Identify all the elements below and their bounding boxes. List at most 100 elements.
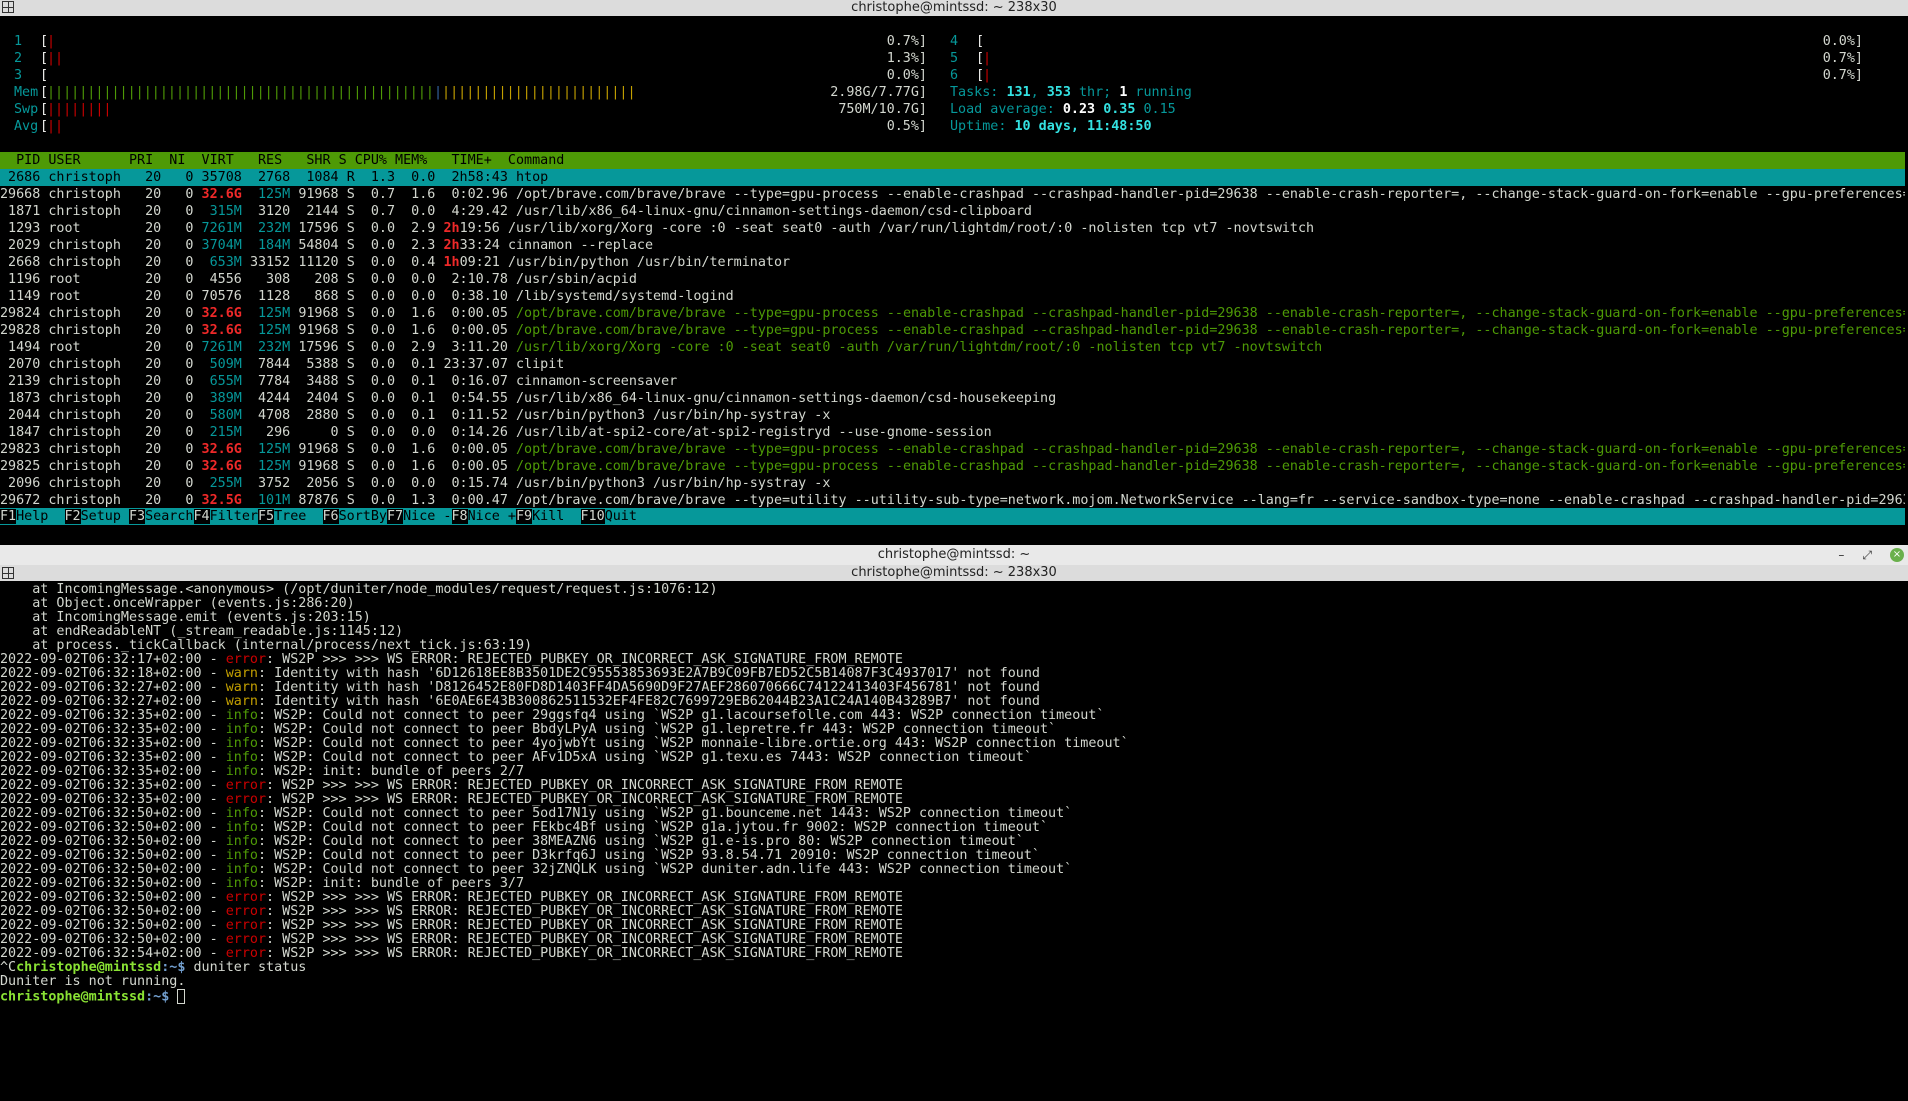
bottom-terminal-titlebar: christophe@mintssd: ~ 238x30 xyxy=(0,565,1908,581)
process-row[interactable]: 2029 christoph 20 0 3704M 184M 54804 S 0… xyxy=(0,237,1905,254)
time-rest: 19:56 xyxy=(459,221,500,236)
process-row[interactable]: 2686 christoph 20 0 35708 2768 1084 R 1.… xyxy=(0,169,1905,186)
process-row[interactable]: 29672 christoph 20 0 32.5G 101M 87876 S … xyxy=(0,492,1905,509)
fkey-label[interactable]: Tree xyxy=(274,509,322,524)
virt: 32.6G xyxy=(194,306,242,321)
log-level: error xyxy=(225,792,267,807)
log-timestamp: 2022-09-02T06:32:35+02:00 - xyxy=(0,764,226,779)
fkey-f5[interactable]: F5 xyxy=(258,509,275,524)
fkey-f4[interactable]: F4 xyxy=(193,509,210,524)
window-titlebar[interactable]: christophe@mintssd: ~ – ⤢ × xyxy=(0,545,1908,565)
process-row[interactable]: 29823 christoph 20 0 32.6G 125M 91968 S … xyxy=(0,441,1905,458)
mem-cache: |||||||||||||||||||||||| xyxy=(442,85,636,100)
text-cursor[interactable] xyxy=(177,989,186,1004)
time: 0:00.05 xyxy=(443,323,508,338)
user: christoph xyxy=(48,476,121,491)
sep xyxy=(242,323,250,338)
virt-value: 32.6G xyxy=(193,442,242,457)
terminal-split-icon[interactable] xyxy=(2,1,14,13)
fkey-label[interactable]: SortBy xyxy=(339,509,387,524)
process-row[interactable]: 1494 root 20 0 7261M 232M 17596 S 0.0 2.… xyxy=(0,339,1905,356)
fkey-label[interactable]: Help xyxy=(16,509,64,524)
fkey-label[interactable]: Nice + xyxy=(468,509,516,524)
fkey-f7[interactable]: F7 xyxy=(387,509,404,524)
sep xyxy=(395,340,403,355)
cpu-meter: 4 [0.0%] xyxy=(950,33,1866,50)
nice: 0 xyxy=(161,425,194,440)
log-line: 2022-09-02T06:32:50+02:00 - info: WS2P: … xyxy=(0,849,1040,863)
close-icon[interactable]: × xyxy=(1890,548,1904,562)
log-line: 2022-09-02T06:32:35+02:00 - info: WS2P: … xyxy=(0,765,524,779)
virt: 7261M xyxy=(194,221,242,236)
sep xyxy=(339,323,347,338)
process-row[interactable]: 2096 christoph 20 0 255M 3752 2056 S 0.0… xyxy=(0,475,1905,492)
nice: 0 xyxy=(161,204,194,219)
fkey-f1[interactable]: F1 xyxy=(0,509,17,524)
process-row[interactable]: 2070 christoph 20 0 509M 7844 5388 S 0.0… xyxy=(0,356,1905,373)
fkey-f10[interactable]: F10 xyxy=(580,509,605,524)
process-row[interactable]: 1847 christoph 20 0 215M 296 0 S 0.0 0.0… xyxy=(0,424,1905,441)
sep xyxy=(242,391,250,406)
cpu-number: 5 xyxy=(950,51,959,66)
user: christoph xyxy=(48,187,121,202)
time: 0:16.07 xyxy=(443,374,508,389)
process-row[interactable]: 1196 root 20 0 4556 308 208 S 0.0 0.0 2:… xyxy=(0,271,1905,288)
process-row[interactable]: 1149 root 20 0 70576 1128 868 S 0.0 0.0 … xyxy=(0,288,1905,305)
cpu: 0.0 xyxy=(362,357,396,372)
shr: 91968 xyxy=(298,459,339,474)
sep xyxy=(395,187,403,202)
fkey-label[interactable]: Search xyxy=(145,509,193,524)
process-row[interactable]: 2668 christoph 20 0 653M 33152 11120 S 0… xyxy=(0,254,1905,271)
process-row[interactable]: 29828 christoph 20 0 32.6G 125M 91968 S … xyxy=(0,322,1905,339)
restore-icon[interactable]: ⤢ xyxy=(1862,545,1872,565)
process-table-header[interactable]: PID USER PRI NI VIRT RES SHR S CPU% MEM%… xyxy=(0,152,1905,169)
process-row[interactable]: 29825 christoph 20 0 32.6G 125M 91968 S … xyxy=(0,458,1905,475)
fkey-f6[interactable]: F6 xyxy=(322,509,339,524)
process-row[interactable]: 29668 christoph 20 0 32.6G 125M 91968 S … xyxy=(0,186,1905,203)
log-timestamp: 2022-09-02T06:32:50+02:00 - xyxy=(0,932,226,947)
virt: 509M xyxy=(194,357,242,372)
process-row[interactable]: 29824 christoph 20 0 32.6G 125M 91968 S … xyxy=(0,305,1905,322)
window-controls: – ⤢ × xyxy=(1838,547,1904,563)
sep xyxy=(339,408,347,423)
fkey-label[interactable]: Filter xyxy=(210,509,258,524)
fkey-f2[interactable]: F2 xyxy=(64,509,81,524)
virt: 655M xyxy=(194,374,242,389)
log-level: info xyxy=(225,722,258,737)
sep xyxy=(339,357,347,372)
mem: 0.0 xyxy=(403,204,436,219)
fkey-label[interactable]: Setup xyxy=(81,509,129,524)
virt: 32.5G xyxy=(194,493,242,508)
state: R xyxy=(346,170,355,185)
user: root xyxy=(48,340,121,355)
minimize-icon[interactable]: – xyxy=(1838,545,1844,565)
virt: 3704M xyxy=(194,238,242,253)
fkey-label[interactable]: Nice - xyxy=(403,509,451,524)
fkey-label[interactable]: Quit xyxy=(605,509,637,524)
current-prompt[interactable]: christophe@mintssd:~$ xyxy=(0,989,186,1004)
shr: 91968 xyxy=(298,323,339,338)
log-message: : WS2P >>> >>> WS ERROR: REJECTED_PUBKEY… xyxy=(266,918,903,933)
prompt-path: :~$ xyxy=(161,960,194,975)
virt-value: 3704M xyxy=(193,238,242,253)
top-terminal-title: christophe@mintssd: ~ 238x30 xyxy=(851,0,1057,15)
process-row[interactable]: 1871 christoph 20 0 315M 3120 2144 S 0.7… xyxy=(0,203,1905,220)
fkey-f9[interactable]: F9 xyxy=(516,509,533,524)
time: 2h19:56 xyxy=(443,221,499,236)
cpu-value: 0.7%] xyxy=(1822,51,1863,66)
sep xyxy=(339,289,347,304)
priority: 20 xyxy=(129,289,162,304)
fkey-f8[interactable]: F8 xyxy=(451,509,468,524)
process-row[interactable]: 2139 christoph 20 0 655M 7784 3488 S 0.0… xyxy=(0,373,1905,390)
process-row[interactable]: 2044 christoph 20 0 580M 4708 2880 S 0.0… xyxy=(0,407,1905,424)
nice: 0 xyxy=(161,187,194,202)
log-timestamp: 2022-09-02T06:32:35+02:00 - xyxy=(0,708,226,723)
fkey-label[interactable]: Kill xyxy=(532,509,580,524)
state: S xyxy=(346,493,355,508)
fkey-f3[interactable]: F3 xyxy=(129,509,146,524)
sep xyxy=(508,442,516,457)
process-row[interactable]: 1293 root 20 0 7261M 232M 17596 S 0.0 2.… xyxy=(0,220,1905,237)
process-row[interactable]: 1873 christoph 20 0 389M 4244 2404 S 0.0… xyxy=(0,390,1905,407)
terminal-split-icon[interactable] xyxy=(2,567,14,579)
nice: 0 xyxy=(161,272,194,287)
